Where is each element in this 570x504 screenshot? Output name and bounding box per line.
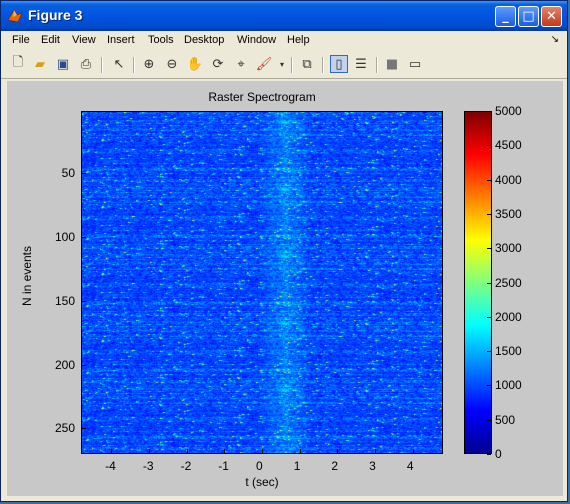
colorbar-tick-label: 2500 <box>495 275 522 290</box>
colorbar-tick-label: 4500 <box>495 138 522 153</box>
x-tick-mark <box>412 449 414 453</box>
hide-tools-icon[interactable]: ■ <box>383 55 401 73</box>
menu-desktop[interactable]: Desktop <box>184 34 224 46</box>
dock-arrow-icon[interactable]: ↘ <box>551 34 559 45</box>
y-axis-label: N in events <box>20 245 34 307</box>
figure-area: Raster Spectrogram N in events t (sec) -… <box>7 81 563 496</box>
new-file-icon[interactable]: 🗋 <box>9 55 27 73</box>
menu-tools[interactable]: Tools <box>148 34 174 46</box>
close-button[interactable]: ✕ <box>541 6 562 27</box>
x-tick-label: -2 <box>180 459 192 473</box>
x-tick-label: 3 <box>369 459 376 473</box>
maximize-button[interactable]: □ <box>518 6 539 27</box>
menu-bar: File Edit View Insert Tools Desktop Wind… <box>1 31 567 51</box>
figure-window: Figure 3 _ □ ✕ File Edit View Insert Too… <box>0 0 568 502</box>
legend-icon[interactable]: ☰ <box>352 55 370 73</box>
colorbar-tick-label: 500 <box>495 412 516 427</box>
y-tick-label: 200 <box>54 357 75 372</box>
x-tick-label: -1 <box>218 459 229 473</box>
window-title: Figure 3 <box>28 7 83 23</box>
matlab-icon <box>7 9 23 23</box>
y-tick-mark <box>82 364 86 366</box>
x-tick-mark <box>337 449 339 453</box>
minimize-button[interactable]: _ <box>495 6 516 27</box>
y-tick-label: 100 <box>54 230 75 245</box>
link-icon[interactable]: ⧉ <box>298 55 316 73</box>
open-folder-icon[interactable]: ▰ <box>31 55 49 73</box>
colorbar-tick-mark <box>487 351 491 353</box>
data-cursor-icon[interactable]: ⌖ <box>232 55 250 73</box>
x-tick-label: 0 <box>256 459 263 473</box>
x-tick-mark <box>224 449 226 453</box>
x-axis-label: t (sec) <box>245 475 279 489</box>
x-tick-mark <box>111 449 113 453</box>
chart-title: Raster Spectrogram <box>208 90 316 104</box>
x-tick-label: 2 <box>331 459 339 473</box>
colorbar-tick-mark <box>487 111 491 112</box>
x-tick-mark <box>375 449 377 453</box>
x-tick-label: -3 <box>142 459 154 473</box>
menu-view[interactable]: View <box>72 34 96 46</box>
menu-file[interactable]: File <box>12 34 30 46</box>
title-bar[interactable]: Figure 3 _ □ ✕ <box>1 1 567 31</box>
y-tick-mark <box>82 428 86 430</box>
x-tick-mark <box>299 449 301 453</box>
pan-hand-icon[interactable]: ✋ <box>186 55 204 73</box>
colorbar-tick-mark <box>487 454 491 455</box>
y-tick-mark <box>82 237 86 239</box>
x-tick-label: 4 <box>406 459 414 473</box>
colorbar-tick-mark <box>487 248 491 250</box>
y-tick-label: 50 <box>61 166 75 181</box>
pointer-icon[interactable]: ↖ <box>110 55 128 73</box>
y-tick-mark <box>82 300 86 302</box>
colorbar-tick-mark <box>487 385 491 387</box>
zoom-out-icon[interactable]: ⊖ <box>163 55 181 73</box>
colorbar-tick-mark <box>487 145 491 147</box>
colorbar-tick-label: 0 <box>495 447 502 461</box>
colorbar-icon[interactable]: ▯ <box>330 55 348 73</box>
show-tools-icon[interactable]: ▭ <box>406 55 424 73</box>
y-tick-label: 250 <box>54 421 75 436</box>
colorbar-tick-mark <box>487 316 491 318</box>
colorbar-tick-label: 3000 <box>495 241 522 256</box>
colorbar-tick-label: 5000 <box>495 104 522 118</box>
print-icon[interactable]: ⎙ <box>77 55 95 73</box>
menu-edit[interactable]: Edit <box>41 34 60 46</box>
rotate-3d-icon[interactable]: ⟳ <box>209 55 227 73</box>
x-tick-mark <box>186 449 188 453</box>
colorbar-tick-label: 1500 <box>495 344 522 359</box>
zoom-in-icon[interactable]: ⊕ <box>140 55 158 73</box>
spectrogram-heatmap <box>82 112 442 453</box>
brush-dropdown-icon[interactable]: ▾ <box>273 55 291 73</box>
colorbar-tick-label: 1000 <box>495 378 522 393</box>
colorbar-tick-label: 3500 <box>495 206 522 221</box>
y-tick-label: 150 <box>54 293 75 308</box>
x-tick-mark <box>262 449 263 453</box>
colorbar-tick-mark <box>487 213 491 215</box>
x-tick-label: 1 <box>293 459 301 473</box>
menu-help[interactable]: Help <box>287 34 310 46</box>
menu-window[interactable]: Window <box>237 34 276 46</box>
brush-icon[interactable]: 🖌 <box>255 55 273 73</box>
y-tick-mark <box>82 173 86 175</box>
colorbar-tick-label: 4000 <box>495 172 522 187</box>
menu-insert[interactable]: Insert <box>107 34 135 46</box>
colorbar-tick-mark <box>487 419 491 421</box>
x-tick-mark <box>148 449 150 453</box>
colorbar-tick-label: 2000 <box>495 309 522 324</box>
save-icon[interactable]: ▣ <box>54 55 72 73</box>
x-tick-label: -4 <box>105 459 116 473</box>
spectrogram-axes[interactable] <box>81 111 443 454</box>
toolbar: 🗋 ▰ ▣ ⎙ ↖ ⊕ ⊖ ✋ ⟳ ⌖ 🖌 ▾ ⧉ ▯ ☰ ■ ▭ <box>1 51 567 79</box>
colorbar-tick-mark <box>487 179 491 181</box>
colorbar-tick-mark <box>487 282 491 284</box>
